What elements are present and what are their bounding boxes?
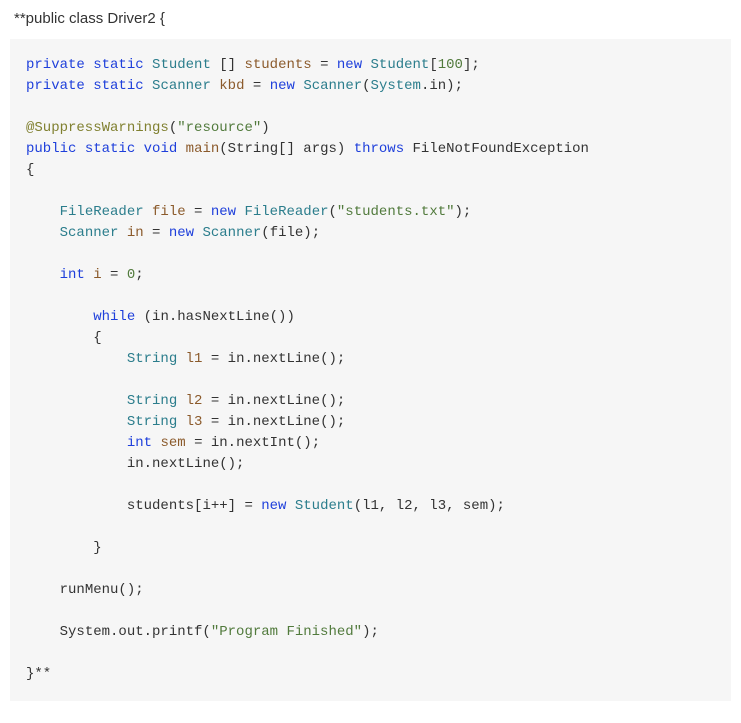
line-17: String l2 = in.nextLine(); [127,393,345,409]
brace: { [93,330,101,346]
var: l2 [186,393,203,409]
kw: int [127,435,152,451]
kw: private [26,57,85,73]
var: l3 [186,414,203,430]
txt: ( [362,78,370,94]
line-4: @SuppressWarnings("resource") [26,120,270,136]
line-13: while (in.hasNextLine()) [93,309,295,325]
type: Scanner [295,78,362,94]
kw: while [93,309,135,325]
txt: = in.nextInt(); [186,435,320,451]
kw: new [211,204,236,220]
line-22: students[i++] = new Student(l1, l2, l3, … [127,498,505,514]
kw: new [270,78,295,94]
kw: void [144,141,178,157]
num: 0 [127,267,135,283]
txt: = [102,267,127,283]
txt: ; [135,267,143,283]
line-18: String l3 = in.nextLine(); [127,414,345,430]
line-19: int sem = in.nextInt(); [127,435,320,451]
line-5: public static void main(String[] args) t… [26,141,589,157]
txt: = [312,57,337,73]
txt: .in); [421,78,463,94]
txt: = in.nextLine(); [202,351,345,367]
code-block: private static Student [] students = new… [10,39,731,701]
type: FileReader [60,204,144,220]
txt: (l1, l2, l3, sem); [354,498,505,514]
txt: ); [362,624,379,640]
txt: ]; [463,57,480,73]
var: in [127,225,144,241]
line-8: FileReader file = new FileReader("studen… [60,204,472,220]
type: String [127,393,177,409]
type: Scanner [194,225,261,241]
txt: ) [261,120,269,136]
type: Student [152,57,211,73]
txt: System.out.printf( [60,624,211,640]
kw: static [85,141,135,157]
num: 100 [438,57,463,73]
kw: new [169,225,194,241]
line-9: Scanner in = new Scanner(file); [60,225,321,241]
brace: { [26,162,34,178]
type: FileReader [236,204,328,220]
var: sem [160,435,185,451]
line-11: int i = 0; [60,267,144,283]
str: "students.txt" [337,204,455,220]
txt: (String[] args) [219,141,353,157]
var: kbd [219,78,244,94]
var: students [244,57,311,73]
annotation: @SuppressWarnings [26,120,169,136]
type: System [371,78,421,94]
type: String [127,414,177,430]
txt: = [186,204,211,220]
txt: (in.hasNextLine()) [135,309,295,325]
kw: new [337,57,362,73]
txt: (file); [261,225,320,241]
kw: static [93,57,143,73]
txt: [ [429,57,437,73]
closing-brace: }** [26,666,51,682]
line-28: System.out.printf("Program Finished"); [60,624,379,640]
var: l1 [186,351,203,367]
txt: = in.nextLine(); [202,393,345,409]
type: String [127,351,177,367]
brace: } [93,540,101,556]
type: Scanner [60,225,119,241]
txt: = [244,78,269,94]
txt: in.nextLine(); [127,456,245,472]
kw: new [261,498,286,514]
class-declaration-header: **public class Driver2 { [10,10,731,27]
txt: = in.nextLine(); [202,414,345,430]
method: main [186,141,220,157]
type: Student [362,57,429,73]
txt: ); [455,204,472,220]
txt: FileNotFoundException [404,141,589,157]
type: Student [286,498,353,514]
var: i [93,267,101,283]
txt: [] [211,57,245,73]
kw: public [26,141,76,157]
txt: = [144,225,169,241]
str: "Program Finished" [211,624,362,640]
line-15: String l1 = in.nextLine(); [127,351,345,367]
kw: int [60,267,85,283]
kw: private [26,78,85,94]
txt: ( [169,120,177,136]
kw: throws [354,141,404,157]
kw: static [93,78,143,94]
txt: ( [329,204,337,220]
line-1: private static Student [] students = new… [26,57,480,73]
var: file [152,204,186,220]
line-2: private static Scanner kbd = new Scanner… [26,78,463,94]
txt: students[i++] = [127,498,261,514]
txt: runMenu(); [60,582,144,598]
str: "resource" [177,120,261,136]
type: Scanner [152,78,211,94]
